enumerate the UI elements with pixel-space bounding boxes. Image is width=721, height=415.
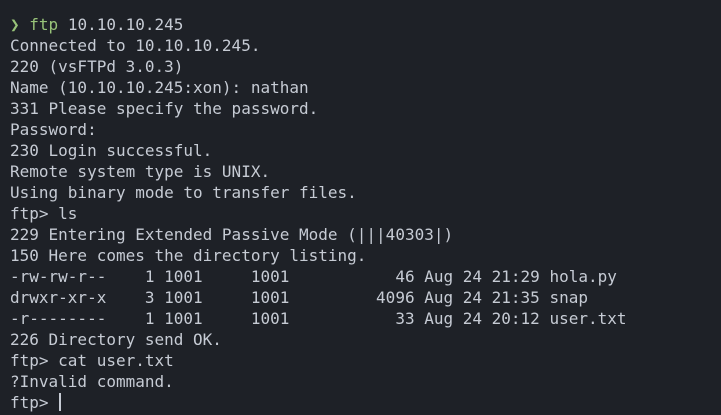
- shell-command: ftp: [29, 15, 59, 34]
- output-line-password: Password:: [10, 120, 97, 139]
- prompt-chevron-icon: ❯: [10, 15, 20, 34]
- output-line-invalid-command: ?Invalid command.: [10, 372, 174, 391]
- terminal-window[interactable]: ❯ ftp 10.10.10.245 Connected to 10.10.10…: [0, 0, 721, 415]
- listing-row: -r-------- 1 1001 1001 33 Aug 24 20:12 u…: [10, 309, 627, 328]
- listing-row: drwxr-xr-x 3 1001 1001 4096 Aug 24 21:35…: [10, 288, 588, 307]
- text-cursor[interactable]: [59, 393, 62, 411]
- output-line-system-type: Remote system type is UNIX.: [10, 162, 271, 181]
- output-line-ftp-ls: ftp> ls: [10, 204, 78, 223]
- output-line-banner: 220 (vsFTPd 3.0.3): [10, 57, 184, 76]
- listing-row: -rw-rw-r-- 1 1001 1001 46 Aug 24 21:29 h…: [10, 267, 617, 286]
- shell-prompt-line: ❯ ftp 10.10.10.245: [10, 14, 721, 35]
- shell-command-args: 10.10.10.245: [58, 15, 184, 34]
- output-line-ftp-cat: ftp> cat user.txt: [10, 351, 174, 370]
- active-prompt-line[interactable]: ftp>: [10, 392, 721, 413]
- output-line-listing-start: 150 Here comes the directory listing.: [10, 246, 367, 265]
- output-line-passive-mode: 229 Entering Extended Passive Mode (|||4…: [10, 225, 454, 244]
- output-line-listing-end: 226 Directory send OK.: [10, 330, 222, 349]
- output-line-connected: Connected to 10.10.10.245.: [10, 36, 261, 55]
- active-ftp-prompt: ftp>: [10, 393, 59, 412]
- output-line-password-request: 331 Please specify the password.: [10, 99, 319, 118]
- output-line-binary-mode: Using binary mode to transfer files.: [10, 183, 357, 202]
- output-line-login-success: 230 Login successful.: [10, 141, 213, 160]
- output-line-name: Name (10.10.10.245:xon): nathan: [10, 78, 309, 97]
